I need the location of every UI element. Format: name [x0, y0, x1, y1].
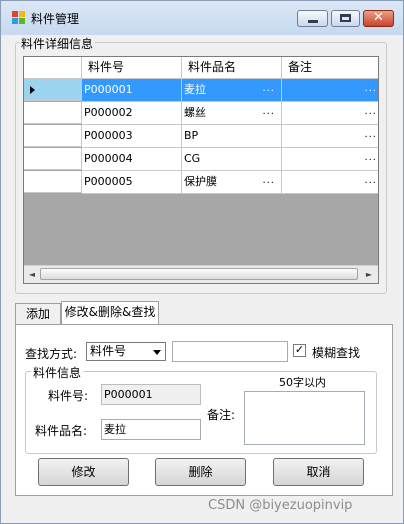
- cell-name-text: 麦拉: [184, 83, 206, 96]
- data-grid[interactable]: 料件号 料件品名 备注 P000001 麦拉...... P000002 螺丝....…: [23, 56, 379, 284]
- modify-button[interactable]: 修改: [38, 458, 129, 486]
- minimize-icon: [308, 20, 318, 23]
- grid-group-title: 料件详细信息: [19, 35, 96, 52]
- tab-modify-delete-search[interactable]: 修改&删除&查找: [61, 301, 159, 325]
- cell-note-more: ...: [364, 152, 377, 163]
- grid-corner-header: [24, 57, 82, 78]
- column-header-name[interactable]: 料件品名: [182, 57, 282, 78]
- cell-id[interactable]: P000002: [82, 102, 182, 125]
- cell-note-more: ...: [364, 175, 377, 186]
- search-mode-label: 查找方式:: [25, 347, 78, 361]
- cell-name-more: ...: [262, 83, 275, 94]
- cell-name-text: CG: [184, 152, 201, 165]
- cell-note-more: ...: [364, 83, 377, 94]
- scroll-left-icon[interactable]: ◄: [24, 266, 40, 283]
- cell-name[interactable]: CG: [182, 148, 282, 171]
- cell-id-text: P000004: [84, 152, 133, 165]
- cell-note-more: ...: [364, 106, 377, 117]
- fuzzy-search-checkbox[interactable]: ✓: [293, 344, 306, 357]
- fuzzy-search-label: 模糊查找: [312, 346, 361, 360]
- grid-header: 料件号 料件品名 备注: [24, 57, 378, 79]
- current-row-arrow-icon: [30, 86, 35, 94]
- minimize-button[interactable]: [297, 10, 328, 27]
- row-header[interactable]: [24, 171, 82, 193]
- cell-name[interactable]: 麦拉...: [182, 79, 282, 102]
- cell-note[interactable]: ...: [282, 148, 378, 171]
- cell-name-more: ...: [262, 106, 275, 117]
- cell-name-text: 螺丝: [184, 106, 206, 119]
- cell-name[interactable]: 保护膜...: [182, 171, 282, 194]
- cell-name-more: ...: [262, 175, 275, 186]
- item-info-title: 料件信息: [31, 364, 84, 381]
- row-header[interactable]: [24, 79, 82, 101]
- cell-id[interactable]: P000003: [82, 125, 182, 148]
- chevron-down-icon: [153, 350, 161, 355]
- horizontal-scrollbar[interactable]: ◄ ►: [24, 265, 378, 283]
- cell-note[interactable]: ...: [282, 79, 378, 102]
- close-icon: ✕: [373, 10, 384, 25]
- row-header[interactable]: [24, 102, 82, 124]
- note-label: 备注:: [207, 408, 236, 422]
- cell-id[interactable]: P000004: [82, 148, 182, 171]
- cell-name[interactable]: BP: [182, 125, 282, 148]
- maximize-button[interactable]: [331, 10, 360, 27]
- note-hint: 50字以内: [279, 376, 326, 389]
- search-input[interactable]: [172, 341, 288, 362]
- scroll-right-icon[interactable]: ►: [361, 266, 377, 283]
- cell-id-text: P000005: [84, 175, 133, 188]
- cell-note-more: ...: [364, 129, 377, 140]
- cell-name[interactable]: 螺丝...: [182, 102, 282, 125]
- close-button[interactable]: ✕: [363, 10, 394, 27]
- item-id-field[interactable]: P000001: [101, 384, 201, 405]
- app-icon: [12, 11, 25, 24]
- cell-note[interactable]: ...: [282, 102, 378, 125]
- column-header-note[interactable]: 备注: [282, 57, 378, 78]
- search-mode-select[interactable]: 料件号: [86, 342, 166, 361]
- note-textarea[interactable]: [244, 391, 365, 445]
- cell-name-text: 保护膜: [184, 175, 217, 188]
- cancel-button[interactable]: 取消: [273, 458, 364, 486]
- tab-add[interactable]: 添加: [15, 303, 61, 324]
- cell-id[interactable]: P000005: [82, 171, 182, 194]
- main-window: 料件管理 ✕ 料件详细信息 料件号 料件品名 备注 P000001 麦拉.....…: [0, 0, 404, 524]
- cell-note[interactable]: ...: [282, 125, 378, 148]
- watermark: CSDN @biyezuopinvip: [208, 498, 353, 513]
- cell-name-text: BP: [184, 129, 199, 142]
- search-mode-value: 料件号: [90, 344, 127, 358]
- row-header[interactable]: [24, 125, 82, 147]
- item-name-label: 料件品名:: [35, 424, 88, 438]
- maximize-icon: [340, 14, 351, 22]
- cell-note[interactable]: ...: [282, 171, 378, 194]
- item-id-label: 料件号:: [48, 389, 89, 403]
- cell-id-text: P000002: [84, 106, 133, 119]
- scroll-thumb[interactable]: [40, 268, 358, 280]
- delete-button[interactable]: 删除: [155, 458, 246, 486]
- cell-id[interactable]: P000001: [82, 79, 182, 102]
- item-name-field[interactable]: 麦拉: [101, 419, 201, 440]
- cell-id-text: P000003: [84, 129, 133, 142]
- row-header[interactable]: [24, 148, 82, 170]
- cell-id-text: P000001: [84, 83, 133, 96]
- window-title: 料件管理: [31, 12, 80, 26]
- column-header-id[interactable]: 料件号: [82, 57, 182, 78]
- title-bar[interactable]: 料件管理 ✕: [1, 1, 403, 35]
